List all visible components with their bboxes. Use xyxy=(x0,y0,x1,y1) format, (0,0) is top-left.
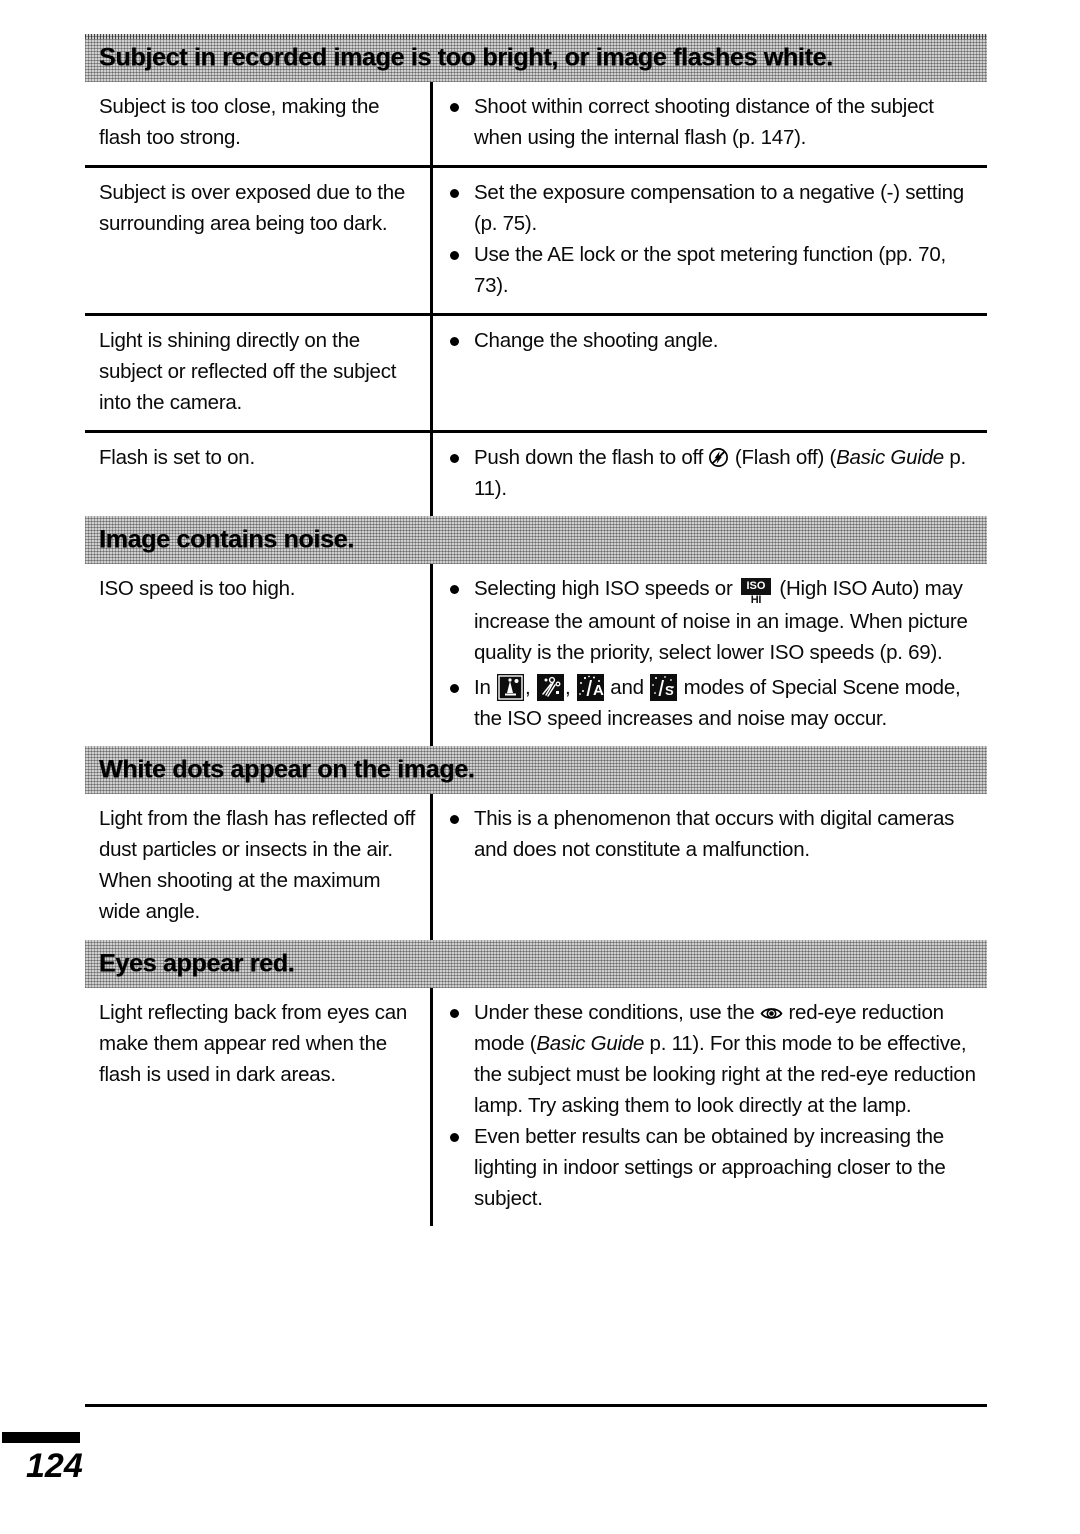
remedy-cell: Under these conditions, use the red-eye … xyxy=(430,988,987,1226)
high-iso-auto-icon: ISO HI xyxy=(740,578,771,606)
remedy-text-2: (Flash off) ( xyxy=(729,446,837,469)
remedy-text: Under these conditions, use the xyxy=(474,1001,761,1024)
table-row: Subject is over exposed due to the surro… xyxy=(85,168,987,313)
section-heading-red-eye: Eyes appear red. xyxy=(85,940,987,988)
remedy-text: Change the shooting angle. xyxy=(474,329,719,352)
indoor-icon: A xyxy=(576,674,604,701)
section-heading-noise: Image contains noise. xyxy=(85,516,987,564)
footer-rule xyxy=(85,1404,987,1407)
flash-off-icon xyxy=(708,446,729,467)
page-number: 124 xyxy=(26,1447,83,1485)
remedy-bullet: Shoot within correct shooting distance o… xyxy=(445,91,977,153)
sep-1: , xyxy=(525,676,536,699)
night-snapshot-icon xyxy=(497,674,525,701)
iso-badge-label: ISO xyxy=(740,578,771,595)
bullet-dot-icon xyxy=(450,251,459,260)
svg-text:S: S xyxy=(665,683,674,698)
remedy-bullet: In , , A and S modes of Special Scene mo… xyxy=(445,672,977,734)
bullet-dot-icon xyxy=(450,103,459,112)
remedy-bullet: This is a phenomenon that occurs with di… xyxy=(445,803,977,865)
remedy-text: Use the AE lock or the spot metering fun… xyxy=(474,243,946,297)
bullet-dot-icon xyxy=(450,1133,459,1142)
svg-text:A: A xyxy=(593,682,604,699)
section-heading-label: Image contains noise. xyxy=(99,525,354,554)
kids-and-pets-icon: S xyxy=(650,674,678,701)
cause-cell: Light from the flash has reflected off d… xyxy=(85,794,430,940)
remedy-bullet: Change the shooting angle. xyxy=(445,325,977,356)
remedy-bullet: Set the exposure compensation to a negat… xyxy=(445,177,977,239)
remedy-cell: Push down the flash to off (Flash off) (… xyxy=(430,433,987,516)
remedy-cell: Change the shooting angle. xyxy=(430,316,987,430)
remedy-text: Even better results can be obtained by i… xyxy=(474,1125,946,1210)
cause-cell: Light is shining directly on the subject… xyxy=(85,316,430,430)
table-row: Light is shining directly on the subject… xyxy=(85,316,987,430)
table-row: Flash is set to on. Push down the flash … xyxy=(85,433,987,516)
remedy-text: Selecting high ISO speeds or xyxy=(474,577,738,600)
cause-cell: Flash is set to on. xyxy=(85,433,430,516)
remedy-bullet: Even better results can be obtained by i… xyxy=(445,1121,977,1214)
section-heading-bright: Subject in recorded image is too bright,… xyxy=(85,34,987,82)
bullet-dot-icon xyxy=(450,454,459,463)
troubleshooting-table: Subject in recorded image is too bright,… xyxy=(85,34,987,1226)
section-heading-label: White dots appear on the image. xyxy=(99,755,475,784)
table-row: Subject is too close, making the flash t… xyxy=(85,82,987,165)
section-heading-label: Eyes appear red. xyxy=(99,949,295,978)
basic-guide-ref: Basic Guide xyxy=(836,446,944,469)
remedy-cell: Shoot within correct shooting distance o… xyxy=(430,82,987,165)
bullet-dot-icon xyxy=(450,337,459,346)
section-heading-white-dots: White dots appear on the image. xyxy=(85,746,987,794)
bullet-dot-icon xyxy=(450,1009,459,1018)
cause-cell: Subject is over exposed due to the surro… xyxy=(85,168,430,313)
cause-text: Light reflecting back from eyes can make… xyxy=(99,1001,408,1086)
fireworks-icon xyxy=(536,674,564,701)
remedy-bullet: Use the AE lock or the spot metering fun… xyxy=(445,239,977,301)
page-number-bar xyxy=(2,1432,80,1443)
bullet-dot-icon xyxy=(450,815,459,824)
remedy-bullet: Under these conditions, use the red-eye … xyxy=(445,997,977,1121)
bullet-dot-icon xyxy=(450,189,459,198)
cause-text: Flash is set to on. xyxy=(99,446,255,469)
bullet-dot-icon xyxy=(450,585,459,594)
cause-text: Light from the flash has reflected off d… xyxy=(99,807,416,923)
table-row: Light reflecting back from eyes can make… xyxy=(85,988,987,1226)
basic-guide-ref: Basic Guide xyxy=(536,1032,645,1055)
remedy-text: Push down the flash to off xyxy=(474,446,709,469)
remedy-text: In xyxy=(474,676,497,699)
sep-3: and xyxy=(604,676,650,699)
section-heading-label: Subject in recorded image is too bright,… xyxy=(99,43,833,72)
cause-cell: Light reflecting back from eyes can make… xyxy=(85,988,430,1226)
red-eye-icon xyxy=(760,1000,783,1019)
remedy-text: Set the exposure compensation to a negat… xyxy=(474,181,964,235)
table-row: Light from the flash has reflected off d… xyxy=(85,794,987,940)
remedy-cell: This is a phenomenon that occurs with di… xyxy=(430,794,987,940)
sep-2: , xyxy=(564,676,576,699)
remedy-bullet: Push down the flash to off (Flash off) (… xyxy=(445,442,977,504)
iso-hi-label: HI xyxy=(750,594,762,606)
cause-text: Subject is over exposed due to the surro… xyxy=(99,181,406,235)
cause-text: Light is shining directly on the subject… xyxy=(99,329,397,414)
remedy-bullet: Selecting high ISO speeds or ISO HI (High… xyxy=(445,573,977,668)
manual-page: Subject in recorded image is too bright,… xyxy=(0,0,1080,1534)
remedy-cell: Set the exposure compensation to a negat… xyxy=(430,168,987,313)
cause-cell: ISO speed is too high. xyxy=(85,564,430,746)
cause-text: Subject is too close, making the flash t… xyxy=(99,95,380,149)
cause-text: ISO speed is too high. xyxy=(99,577,296,600)
bullet-dot-icon xyxy=(450,684,459,693)
remedy-cell: Selecting high ISO speeds or ISO HI (High… xyxy=(430,564,987,746)
table-row: ISO speed is too high. Selecting high IS… xyxy=(85,564,987,746)
cause-cell: Subject is too close, making the flash t… xyxy=(85,82,430,165)
remedy-text: Shoot within correct shooting distance o… xyxy=(474,95,934,149)
remedy-text: This is a phenomenon that occurs with di… xyxy=(474,807,955,861)
